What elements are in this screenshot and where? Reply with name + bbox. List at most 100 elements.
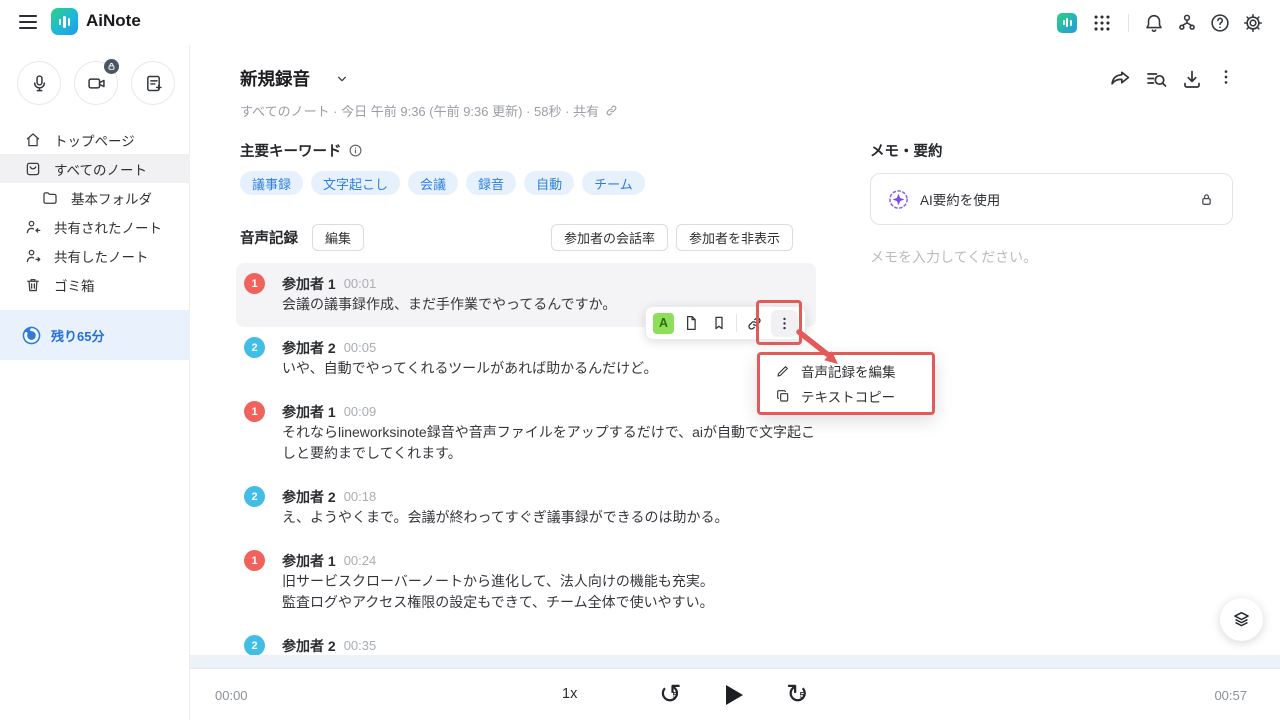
search-transcript-icon[interactable]	[1144, 67, 1168, 91]
note-title: 新規録音	[240, 66, 310, 91]
participant-name: 参加者 1	[282, 551, 336, 571]
note-meta-text: すべてのノート · 今日 午前 9:36 (午前 9:36 更新) · 58秒 …	[240, 101, 599, 120]
participant-name: 参加者 2	[282, 487, 336, 507]
divider	[736, 314, 737, 332]
participant-avatar: 1	[244, 401, 265, 422]
sidebar-item-label: すべてのノート	[54, 159, 147, 179]
player-total-time: 00:57	[1214, 688, 1247, 703]
segment-timestamp[interactable]: 00:18	[344, 489, 377, 504]
rewind-5-button[interactable]: ↺5	[659, 679, 691, 711]
sidebar-item-shared-by-me[interactable]: 共有したノート	[0, 241, 190, 270]
help-icon[interactable]	[1209, 12, 1231, 34]
download-icon[interactable]	[1180, 67, 1204, 91]
organization-icon[interactable]	[1176, 12, 1198, 34]
play-icon	[726, 685, 743, 705]
participant-avatar: 2	[244, 635, 265, 655]
segment-text-line: え、ようやくまで。会議が終わってすぐぎ議事録ができるのは助かる。	[282, 507, 816, 528]
segment-timestamp[interactable]: 00:01	[344, 276, 377, 291]
keyword-tag[interactable]: チーム	[582, 171, 645, 195]
sidebar-item-all-notes[interactable]: すべてのノート	[0, 154, 190, 183]
service-logo-icon[interactable]	[1057, 13, 1077, 33]
transcript-row[interactable]: 1 参加者 1 00:24 旧サービスクローバーノートから進化して、法人向けの機…	[236, 540, 816, 625]
chevron-down-icon[interactable]	[334, 71, 350, 87]
ai-summary-label: AI要約を使用	[920, 189, 1000, 209]
segment-text-line: いや、自動でやってくれるツールがあれば助かるんだけど。	[282, 358, 816, 379]
sidebar-item-shared-with-me[interactable]: 共有されたノート	[0, 212, 190, 241]
divider	[1128, 14, 1129, 32]
segment-timestamp[interactable]: 00:24	[344, 553, 377, 568]
link-icon[interactable]	[743, 312, 765, 334]
hide-participants-button[interactable]: 参加者を非表示	[676, 224, 793, 251]
participant-avatar: 2	[244, 486, 265, 507]
ai-summary-button[interactable]: AI要約を使用	[870, 173, 1233, 225]
record-audio-button[interactable]	[17, 61, 61, 105]
talk-ratio-button[interactable]: 参加者の会話率	[551, 224, 668, 251]
share-icon[interactable]	[1108, 67, 1132, 91]
keyword-tag[interactable]: 会議	[408, 171, 458, 195]
segment-timestamp[interactable]: 00:09	[344, 404, 377, 419]
share-link-icon[interactable]	[604, 103, 619, 118]
keyword-tag[interactable]: 議事録	[240, 171, 303, 195]
shared-with-me-icon	[24, 218, 42, 236]
bookmark-icon[interactable]	[708, 312, 730, 334]
participant-name: 参加者 2	[282, 636, 336, 656]
menu-item-copy-text[interactable]: テキストコピー	[760, 386, 932, 406]
memo-panel-title: メモ・要約	[870, 140, 943, 161]
menu-item-edit-transcript[interactable]: 音声記録を編集	[760, 361, 932, 381]
more-vertical-icon[interactable]	[1216, 67, 1236, 91]
keyword-tags: 議事録 文字起こし 会議 録音 自動 チーム	[240, 171, 645, 195]
memo-input-placeholder[interactable]: メモを入力してください。	[870, 247, 1037, 267]
playback-speed-button[interactable]: 1x	[562, 686, 577, 702]
sidebar-item-trash[interactable]: ゴミ箱	[0, 270, 190, 299]
new-note-button[interactable]	[131, 61, 175, 105]
sidebar-item-label: 基本フォルダ	[71, 188, 152, 208]
sidebar-item-top-page[interactable]: トップページ	[0, 125, 190, 154]
segment-text-line: 監査ログやアクセス権限の設定もできて、チーム全体で使いやすい。	[282, 592, 816, 613]
audio-player-bar: 00:00 1x ↺5 ↻5 00:57	[190, 668, 1280, 720]
app-window: AiNote	[0, 0, 1280, 720]
lock-icon	[104, 59, 119, 74]
transcript-row[interactable]: 2 参加者 2 00:35	[236, 625, 816, 655]
keywords-title: 主要キーワード	[240, 140, 342, 161]
sidebar-item-basic-folder[interactable]: 基本フォルダ	[0, 183, 190, 212]
settings-gear-icon[interactable]	[1242, 12, 1264, 34]
folder-icon	[41, 189, 59, 207]
menu-item-label: 音声記録を編集	[801, 361, 896, 381]
remaining-time-banner[interactable]: 残り65分	[0, 310, 190, 360]
pencil-icon	[775, 363, 791, 379]
layers-fab-button[interactable]	[1220, 598, 1263, 641]
keyword-tag[interactable]: 録音	[466, 171, 516, 195]
segment-more-button[interactable]	[771, 310, 798, 337]
notification-bell-icon[interactable]	[1143, 12, 1165, 34]
info-icon[interactable]	[348, 143, 363, 158]
keyword-tag[interactable]: 文字起こし	[311, 171, 400, 195]
sidebar-item-label: 共有されたノート	[54, 217, 162, 237]
participant-avatar: 2	[244, 337, 265, 358]
top-bar: AiNote	[0, 0, 1280, 45]
apps-grid-icon[interactable]	[1091, 12, 1113, 34]
transcript-row[interactable]: 1 参加者 1 00:09 それならlineworksinote録音や音声ファイ…	[236, 391, 816, 476]
segment-timestamp[interactable]: 00:05	[344, 340, 377, 355]
play-button[interactable]	[721, 682, 747, 708]
participant-avatar: 1	[244, 550, 265, 571]
sidebar: トップページ すべてのノート 基本フォルダ 共有されたノート 共有したノート ゴ…	[0, 45, 190, 720]
add-to-note-icon[interactable]	[680, 312, 702, 334]
sidebar-item-label: 共有したノート	[54, 246, 149, 266]
lock-icon	[1198, 191, 1215, 208]
transcript-row[interactable]: 2 参加者 2 00:18 え、ようやくまで。会議が終わってすぐぎ議事録ができる…	[236, 476, 816, 540]
participant-name: 参加者 1	[282, 274, 336, 294]
app-logo-icon	[51, 8, 78, 35]
menu-item-label: テキストコピー	[801, 386, 895, 406]
keyword-tag[interactable]: 自動	[524, 171, 574, 195]
player-progress-strip	[190, 655, 1280, 668]
menu-icon[interactable]	[16, 10, 40, 34]
edit-transcript-button[interactable]: 編集	[312, 224, 364, 251]
forward-5-button[interactable]: ↻5	[786, 679, 818, 711]
sidebar-item-label: トップページ	[54, 130, 135, 150]
highlight-text-icon[interactable]: A	[653, 313, 674, 334]
note-meta: すべてのノート · 今日 午前 9:36 (午前 9:36 更新) · 58秒 …	[240, 101, 619, 120]
record-video-button[interactable]	[74, 61, 118, 105]
participant-avatar: 1	[244, 273, 265, 294]
segment-timestamp[interactable]: 00:35	[344, 638, 377, 653]
segment-text-line: それならlineworksinote録音や音声ファイルをアップするだけで、aiが…	[282, 422, 816, 464]
